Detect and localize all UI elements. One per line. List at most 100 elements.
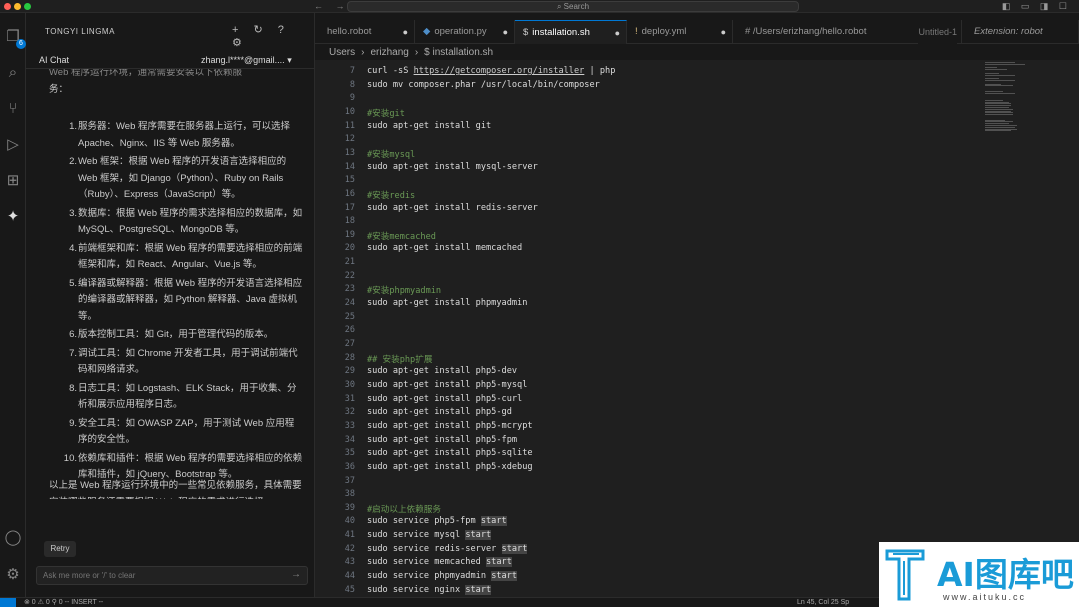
line-number: 31 <box>344 393 355 404</box>
status-left[interactable]: ⊗ 0 ⚠ 0 ⚲ 0 -- INSERT -- <box>24 598 103 607</box>
zoom-window-button[interactable] <box>24 3 31 10</box>
code-line[interactable]: ## 安装php扩展 <box>367 353 432 365</box>
manage-gear-icon[interactable]: ⚙ <box>3 565 23 585</box>
tab-operation-py[interactable]: ◆ operation.py ● <box>415 20 515 44</box>
tab-label: deploy.yml <box>641 26 687 37</box>
search-icon[interactable]: ⌕ <box>3 63 23 83</box>
search-icon: ⌕ <box>556 2 564 11</box>
line-number: 28 <box>344 352 355 363</box>
back-arrow-icon[interactable]: ← <box>314 1 323 11</box>
code-line[interactable]: sudo apt-get install php5-dev <box>367 366 517 376</box>
retry-button[interactable]: Retry <box>44 541 76 557</box>
tab-label: operation.py <box>434 26 487 37</box>
account-selector[interactable]: zhang.l****@gmail.... ▾ <box>201 55 292 66</box>
code-token-comment: #安装phpmyadmin <box>367 286 442 297</box>
unsaved-dot-icon[interactable]: ● <box>503 20 508 44</box>
code-line[interactable]: #安装memcached <box>367 230 436 242</box>
tongyi-lingma-icon[interactable]: ✦ <box>3 207 23 227</box>
tab-installation-sh[interactable]: $ installation.sh ● <box>515 20 627 44</box>
code-line[interactable]: sudo apt-get install php5-fpm <box>367 435 517 445</box>
ask-box[interactable]: → <box>36 566 308 585</box>
chat-response: Web 程序运行环境，通常需要安装以下依赖服 务： 1. 服务器：Web 程序需要… <box>39 69 306 499</box>
close-window-button[interactable] <box>4 3 11 10</box>
unsaved-dot-icon[interactable]: ● <box>403 20 408 44</box>
code-line[interactable]: #启动以上依赖服务 <box>367 503 441 515</box>
code-line[interactable]: curl -sS https://getcomposer.org/install… <box>367 66 615 76</box>
code-line[interactable]: sudo service mysql start <box>367 530 492 541</box>
tab-extension-robot[interactable]: Extension: robot <box>962 20 1079 44</box>
code-line[interactable]: sudo apt-get install php5-mcrypt <box>367 421 533 431</box>
code-line[interactable]: #安装redis <box>367 189 415 201</box>
minimap-line <box>985 74 1015 76</box>
code-line[interactable]: sudo apt-get install php5-curl <box>367 394 522 404</box>
code-line[interactable]: sudo apt-get install memcached <box>367 243 522 253</box>
line-number: 20 <box>344 243 355 254</box>
tab-deploy-yml[interactable]: ! deploy.yml ● <box>627 20 733 44</box>
tab-hello-robot[interactable]: hello.robot ● <box>315 20 415 44</box>
line-number: 11 <box>344 120 355 131</box>
send-icon[interactable]: → <box>291 569 301 580</box>
code-line[interactable]: sudo apt-get install php5-xdebug <box>367 462 533 472</box>
item-text: 前端框架和库：根据 Web 程序的需要选择相应的前端框架和库，如 React、A… <box>78 242 303 271</box>
chevron-right-icon: › <box>361 47 365 58</box>
panel-title: TONGYI LINGMA <box>45 27 115 36</box>
dependency-item: 8. 日志工具：如 Logstash、ELK Stack，用于收集、分析和展示应用… <box>65 381 303 414</box>
code-line[interactable]: sudo service redis-server start <box>367 543 528 554</box>
account-icon[interactable]: ◯ <box>3 528 23 548</box>
remote-indicator[interactable] <box>0 598 16 607</box>
line-number: 39 <box>344 502 355 513</box>
code-token-comment: #启动以上依赖服务 <box>367 504 441 515</box>
forward-arrow-icon[interactable]: → <box>336 1 345 11</box>
code-token: sudo service mysql <box>367 530 466 541</box>
tab-description[interactable]: Untitled-1 <box>918 20 957 44</box>
code-line[interactable]: sudo apt-get install phpmyadmin <box>367 298 527 308</box>
code-token: sudo apt-get install git <box>367 120 492 131</box>
code-line[interactable]: sudo service nginx start <box>367 584 492 595</box>
code-token: | php <box>584 66 616 76</box>
item-number: 7. <box>69 347 77 359</box>
code-line[interactable]: sudo apt-get install git <box>367 121 491 131</box>
command-search-box[interactable]: ⌕ Search <box>347 1 799 12</box>
source-control-icon[interactable]: ⑂ <box>3 99 23 119</box>
status-cursor-position[interactable]: Ln 45, Col 25 Sp <box>797 598 849 607</box>
panel-actions[interactable]: + ↻ ? ⚙ <box>232 23 314 49</box>
item-text: 数据库：根据 Web 程序的需求选择相应的数据库，如 MySQL、Postgre… <box>78 207 303 236</box>
code-line[interactable]: sudo apt-get install php5-mysql <box>367 380 527 390</box>
chevron-down-icon: ▾ <box>287 55 292 65</box>
breadcrumb-item[interactable]: Users <box>329 47 355 58</box>
code-token: sudo apt-get install php5-sqlite <box>367 448 533 459</box>
explorer-icon[interactable]: ❐ 6 <box>3 27 26 49</box>
tab--users-erizhang-hello-robot[interactable]: # /Users/erizhang/hello.robot Untitled-1 <box>733 20 962 44</box>
nav-arrows[interactable]: ← → <box>314 0 345 13</box>
code-line[interactable]: sudo apt-get install mysql-server <box>367 162 538 172</box>
minimap[interactable] <box>979 60 1079 597</box>
breadcrumb-item[interactable]: erizhang <box>370 47 408 58</box>
dependency-item: 4. 前端框架和库：根据 Web 程序的需要选择相应的前端框架和库，如 React… <box>65 241 303 274</box>
line-number: 8 <box>349 79 355 90</box>
code-line[interactable]: #安装phpmyadmin <box>367 284 441 296</box>
code-line[interactable]: #安装mysql <box>367 148 415 160</box>
breadcrumb[interactable]: Users › erizhang › $ installation.sh <box>329 45 493 60</box>
minimize-window-button[interactable] <box>14 3 21 10</box>
minimap-line <box>985 92 1015 94</box>
code-token: sudo mv composer.phar /usr/local/bin/com… <box>367 79 600 90</box>
code-line[interactable]: sudo apt-get install php5-sqlite <box>367 448 533 458</box>
code-line[interactable]: sudo apt-get install php5-gd <box>367 407 512 417</box>
code-line[interactable]: #安装git <box>367 107 405 119</box>
run-debug-icon[interactable]: ▷ <box>3 135 23 155</box>
ai-chat-label: AI Chat <box>39 55 70 65</box>
breadcrumb-item[interactable]: $ installation.sh <box>424 47 493 58</box>
code-line[interactable]: sudo service php5-fpm start <box>367 516 507 527</box>
line-number: 34 <box>344 434 355 445</box>
layout-toggle-icons[interactable]: ◧ ▭ ◨ ☐ <box>1002 0 1071 13</box>
code-line[interactable]: sudo service phpmyadmin start <box>367 571 518 582</box>
ask-input[interactable] <box>43 571 273 580</box>
extensions-icon[interactable]: ⊞ <box>3 171 23 191</box>
code-line[interactable]: sudo service memcached start <box>367 557 512 568</box>
code-token: sudo apt-get install php5-curl <box>367 393 523 404</box>
unsaved-dot-icon[interactable]: ● <box>615 21 620 44</box>
unsaved-dot-icon[interactable]: ● <box>721 20 726 44</box>
code-editor[interactable]: 7 curl -sS https://getcomposer.org/instal… <box>315 60 979 597</box>
code-line[interactable]: sudo mv composer.phar /usr/local/bin/com… <box>367 80 600 90</box>
code-line[interactable]: sudo apt-get install redis-server <box>367 203 538 213</box>
